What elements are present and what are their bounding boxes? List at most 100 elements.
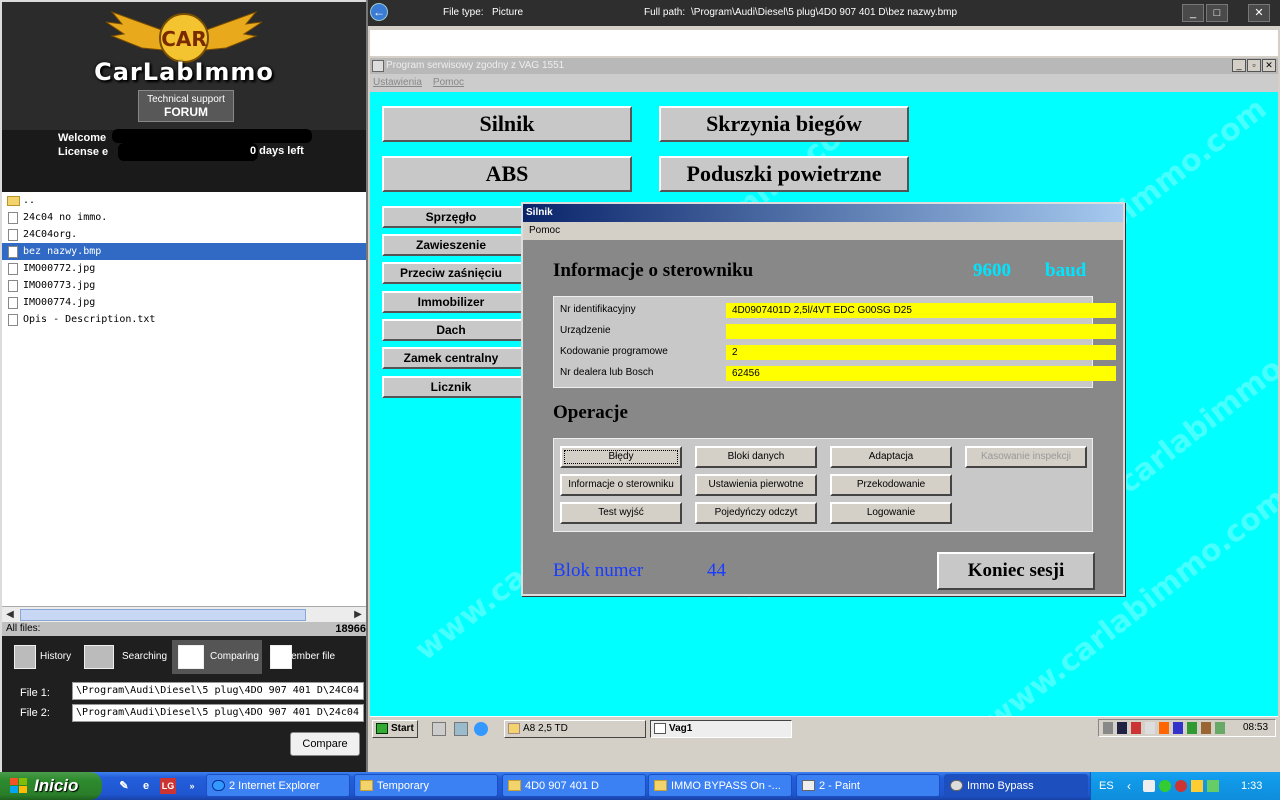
start-button[interactable]: Inicio: [0, 772, 102, 800]
licznik-button[interactable]: Licznik: [382, 376, 540, 398]
przekodowanie-button[interactable]: Przekodowanie: [830, 474, 952, 496]
document-icon: [8, 212, 18, 224]
przeciw-zasnieciu-button[interactable]: Przeciw zaśnięciu: [382, 262, 540, 284]
vag-title: Program serwisowy zgodny z VAG 1551: [386, 60, 565, 71]
file2-field[interactable]: \Program\Audi\Diesel\5 plug\4DO 907 401 …: [72, 704, 364, 722]
tray-icon[interactable]: [1159, 722, 1169, 734]
file-list-item[interactable]: IMO00774.jpg: [2, 294, 366, 311]
ie-icon[interactable]: [474, 722, 488, 736]
taskbar-item[interactable]: IMMO BYPASS On -...: [648, 774, 792, 797]
tray-icon[interactable]: [1207, 780, 1219, 792]
silnik-menu-pomoc[interactable]: Pomoc: [523, 222, 1123, 240]
test-wyjsc-button[interactable]: Test wyjść: [560, 502, 682, 524]
file-list[interactable]: .. 24c04 no immo. 24C04org. bez nazwy.bmp IM…: [2, 192, 366, 606]
dach-button[interactable]: Dach: [382, 319, 540, 341]
comparing-button[interactable]: Comparing: [172, 640, 262, 674]
tray-icon[interactable]: [1145, 722, 1155, 734]
folder-icon: [7, 196, 20, 206]
history-button[interactable]: History: [14, 640, 78, 674]
tray-icon[interactable]: [1201, 722, 1211, 734]
skrzynia-biegow-button[interactable]: Skrzynia biegów: [659, 106, 909, 142]
scroll-left-icon[interactable]: ◀: [2, 607, 18, 623]
taskbar-item[interactable]: Immo Bypass: [944, 774, 1088, 797]
maximize-icon[interactable]: □: [1206, 4, 1228, 22]
poduszki-powietrzne-button[interactable]: Poduszki powietrzne: [659, 156, 909, 192]
menu-ustawienia[interactable]: Ustawienia: [373, 77, 422, 88]
document-icon: [8, 229, 18, 241]
pojedynczy-odczyt-button[interactable]: Pojedyńczy odczyt: [695, 502, 817, 524]
remember-file-button[interactable]: Remember file: [270, 640, 364, 674]
language-indicator[interactable]: ES: [1099, 772, 1114, 800]
scroll-thumb[interactable]: [20, 609, 306, 621]
bledy-button[interactable]: Błędy: [560, 446, 682, 468]
logowanie-button[interactable]: Logowanie: [830, 502, 952, 524]
back-arrow-icon[interactable]: ←: [370, 3, 388, 21]
file-list-item[interactable]: Opis - Description.txt: [2, 311, 366, 328]
file-list-item[interactable]: IMO00773.jpg: [2, 277, 366, 294]
file-name: bez nazwy.bmp: [23, 246, 102, 257]
app-icon: [372, 60, 384, 72]
quicklaunch-icon[interactable]: [454, 722, 468, 736]
sprzeglo-button[interactable]: Sprzęgło: [382, 206, 540, 228]
horizontal-scrollbar[interactable]: ◀ ▶: [2, 606, 366, 622]
inner-start-button[interactable]: Start: [372, 720, 418, 738]
tray-icon[interactable]: [1117, 722, 1127, 734]
vag-minimize-icon[interactable]: _: [1232, 59, 1246, 72]
informacje-o-sterowniku-button[interactable]: Informacje o sterowniku: [560, 474, 682, 496]
adaptacja-button[interactable]: Adaptacja: [830, 446, 952, 468]
document-icon: [8, 246, 18, 258]
vag-restore-icon[interactable]: ▫: [1247, 59, 1261, 72]
vag-close-icon[interactable]: ✕: [1262, 59, 1276, 72]
taskbar-item[interactable]: Temporary: [354, 774, 498, 797]
zawieszenie-button[interactable]: Zawieszenie: [382, 234, 540, 256]
file-list-item[interactable]: IMO00772.jpg: [2, 260, 366, 277]
chevron-icon[interactable]: »: [184, 778, 200, 794]
lg-icon[interactable]: LG: [160, 778, 176, 794]
windows-flag-icon: [376, 723, 388, 734]
quicklaunch-icon[interactable]: ✎: [116, 778, 132, 794]
inner-task-folder[interactable]: A8 2,5 TD: [504, 720, 646, 738]
taskbar-item[interactable]: 2 Internet Explorer: [206, 774, 350, 797]
folder-icon: [360, 780, 373, 791]
tray-icon[interactable]: [1215, 722, 1225, 734]
taskbar-item[interactable]: 4D0 907 401 D: [502, 774, 646, 797]
file-list-item[interactable]: bez nazwy.bmp: [2, 243, 366, 260]
tray-icon[interactable]: [1131, 722, 1141, 734]
close-icon[interactable]: ✕: [1248, 4, 1270, 22]
tray-icon[interactable]: [1173, 722, 1183, 734]
gear-icon: [950, 780, 963, 791]
file1-field[interactable]: \Program\Audi\Diesel\5 plug\4DO 907 401 …: [72, 682, 364, 700]
tray-icon[interactable]: [1175, 780, 1187, 792]
inner-task-vag[interactable]: Vag1: [650, 720, 792, 738]
file-list-item[interactable]: 24c04 no immo.: [2, 209, 366, 226]
file-list-item[interactable]: 24C04org.: [2, 226, 366, 243]
searching-button[interactable]: Searching: [84, 640, 168, 674]
kasowanie-inspekcji-button[interactable]: Kasowanie inspekcji: [965, 446, 1087, 468]
menu-pomoc[interactable]: Pomoc: [433, 77, 464, 88]
scroll-right-icon[interactable]: ▶: [350, 607, 366, 623]
taskbar-item[interactable]: 2 - Paint: [796, 774, 940, 797]
tray-icon[interactable]: [1103, 722, 1113, 734]
tray-icon[interactable]: [1191, 780, 1203, 792]
tray-expand-icon[interactable]: ‹: [1127, 772, 1131, 800]
abs-button[interactable]: ABS: [382, 156, 632, 192]
bloki-danych-button[interactable]: Bloki danych: [695, 446, 817, 468]
file1-label: File 1:: [20, 687, 50, 699]
file-list-item[interactable]: ..: [2, 192, 366, 209]
minimize-icon[interactable]: _: [1182, 4, 1204, 22]
redaction: [118, 143, 258, 161]
tray-icon[interactable]: [1159, 780, 1171, 792]
ustawienia-pierwotne-button[interactable]: Ustawienia pierwotne: [695, 474, 817, 496]
support-forum-button[interactable]: Technical support FORUM: [138, 90, 234, 122]
immobilizer-button[interactable]: Immobilizer: [382, 291, 540, 313]
end-session-button[interactable]: Koniec sesji: [937, 552, 1095, 590]
windows-flag-icon: [10, 778, 27, 793]
compare-button[interactable]: Compare: [290, 732, 360, 756]
quicklaunch-icon[interactable]: [432, 722, 446, 736]
silnik-button[interactable]: Silnik: [382, 106, 632, 142]
system-tray: ES ‹ 1:33: [1090, 772, 1280, 800]
ie-icon[interactable]: e: [138, 778, 154, 794]
tray-icon[interactable]: [1187, 722, 1197, 734]
speaker-icon[interactable]: [1143, 780, 1155, 792]
zamek-centralny-button[interactable]: Zamek centralny: [382, 347, 540, 369]
